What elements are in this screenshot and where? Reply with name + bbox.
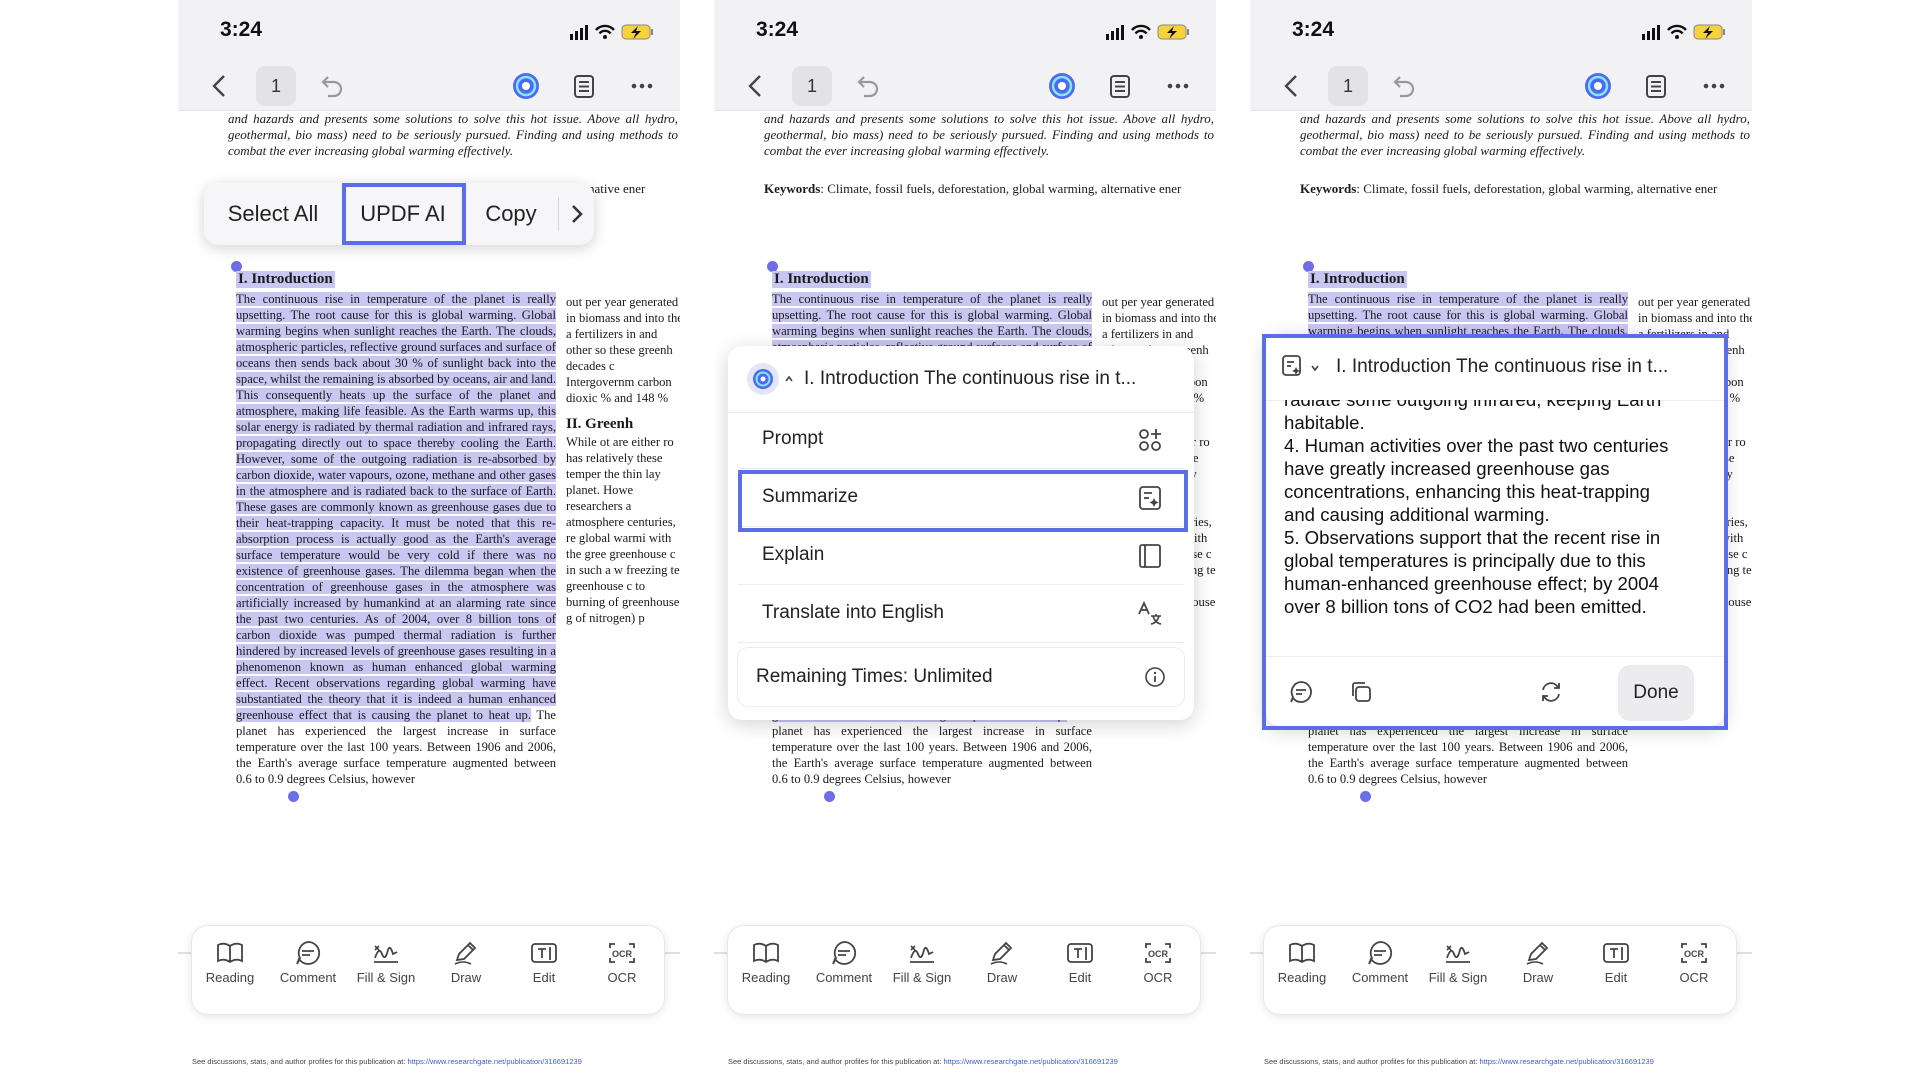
ai-menu-title: I. Introduction The continuous rise in t… bbox=[804, 368, 1137, 389]
updf-ai-icon[interactable] bbox=[1578, 66, 1618, 106]
context-menu: Select All UPDF AI Copy bbox=[204, 183, 594, 245]
status-icons bbox=[1642, 24, 1725, 40]
explain-label: Explain bbox=[762, 544, 825, 565]
top-toolbar: 1 bbox=[178, 62, 680, 111]
updf-ai-icon[interactable] bbox=[506, 66, 546, 106]
back-chevron-icon[interactable] bbox=[200, 66, 240, 106]
phone-screen-2: 3:24 1 and hazards and presents some sol… bbox=[714, 0, 1216, 1080]
abstract-text: and hazards and presents some solutions … bbox=[1300, 111, 1750, 159]
copy-button[interactable]: Copy bbox=[464, 183, 558, 245]
back-chevron-icon[interactable] bbox=[1272, 66, 1312, 106]
outline-icon[interactable] bbox=[1100, 66, 1140, 106]
ai-menu: I. Introduction The continuous rise in t… bbox=[728, 346, 1194, 720]
greenhouse-heading: II. Greenh bbox=[566, 416, 634, 432]
translate-label: Translate into English bbox=[762, 602, 945, 623]
page-number-button[interactable]: 1 bbox=[256, 66, 296, 106]
outline-icon[interactable] bbox=[564, 66, 604, 106]
keywords-label: Keywords bbox=[764, 181, 821, 196]
keywords-label: Keywords bbox=[1300, 181, 1357, 196]
undo-icon[interactable] bbox=[310, 66, 350, 106]
more-icon[interactable] bbox=[622, 66, 662, 106]
status-icons bbox=[570, 24, 653, 40]
right-column-top: out per year generated in biomass and in… bbox=[566, 295, 680, 405]
info-icon[interactable] bbox=[1144, 666, 1166, 688]
status-bar: 3:24 bbox=[1250, 0, 1752, 62]
translate-icon bbox=[1138, 600, 1162, 625]
status-time: 3:24 bbox=[1292, 18, 1335, 41]
abstract-text: and hazards and presents some solutions … bbox=[228, 111, 678, 159]
prompt-item[interactable]: Prompt bbox=[738, 412, 1184, 469]
intro-heading: I. Introduction bbox=[236, 271, 335, 288]
top-toolbar: 1 bbox=[1250, 62, 1752, 111]
status-bar: 3:24 bbox=[714, 0, 1216, 62]
updf-ai-icon[interactable] bbox=[1042, 66, 1082, 106]
remaining-times-label: Remaining Times: Unlimited bbox=[756, 666, 993, 687]
highlight-frame bbox=[342, 183, 466, 245]
prompt-label: Prompt bbox=[762, 428, 824, 449]
highlight-frame bbox=[738, 470, 1188, 532]
phone-screen-1: 3:24 1 and hazards and presents some sol… bbox=[178, 0, 680, 1080]
keywords-text: : Climate, fossil fuels, deforestation, … bbox=[820, 181, 1182, 196]
undo-icon[interactable] bbox=[846, 66, 886, 106]
chevron-up-icon[interactable] bbox=[784, 374, 794, 384]
intro-heading: I. Introduction bbox=[772, 271, 871, 288]
intro-column: The continuous rise in temperature of th… bbox=[236, 291, 556, 787]
page-number-button[interactable]: 1 bbox=[792, 66, 832, 106]
highlight-frame bbox=[1262, 334, 1728, 730]
selection-end-handle[interactable] bbox=[824, 791, 835, 802]
updf-ai-icon[interactable] bbox=[746, 362, 780, 396]
selection-end-handle[interactable] bbox=[1360, 791, 1371, 802]
explain-item[interactable]: Explain bbox=[738, 528, 1184, 585]
right-column: out per year generated in biomass and in… bbox=[566, 294, 680, 626]
keywords-text: : Climate, fossil fuels, deforestation, … bbox=[1356, 181, 1718, 196]
ai-menu-header: I. Introduction The continuous rise in t… bbox=[728, 346, 1194, 413]
select-all-button[interactable]: Select All bbox=[204, 183, 342, 245]
remaining-times-row: Remaining Times: Unlimited bbox=[738, 648, 1184, 706]
more-icon[interactable] bbox=[1158, 66, 1198, 106]
keywords-line: Keywords: Climate, fossil fuels, defores… bbox=[1300, 181, 1752, 197]
more-icon[interactable] bbox=[1694, 66, 1734, 106]
book-icon bbox=[1139, 544, 1161, 568]
chevron-right-icon[interactable] bbox=[564, 201, 590, 227]
undo-icon[interactable] bbox=[1382, 66, 1422, 106]
selected-text: The continuous rise in temperature of th… bbox=[236, 292, 556, 722]
keywords-line: Keywords: Climate, fossil fuels, defores… bbox=[764, 181, 1216, 197]
page-number-button[interactable]: 1 bbox=[1328, 66, 1368, 106]
back-chevron-icon[interactable] bbox=[736, 66, 776, 106]
prompt-icon bbox=[1139, 429, 1161, 451]
status-time: 3:24 bbox=[220, 18, 263, 41]
translate-item[interactable]: Translate into English bbox=[738, 586, 1184, 643]
intro-heading: I. Introduction bbox=[1308, 271, 1407, 288]
status-time: 3:24 bbox=[756, 18, 799, 41]
top-toolbar: 1 bbox=[714, 62, 1216, 111]
outline-icon[interactable] bbox=[1636, 66, 1676, 106]
right-column-bottom: While ot are either ro has relatively th… bbox=[566, 435, 680, 625]
phone-screen-3: 3:24 1 and hazards and presents some sol… bbox=[1250, 0, 1752, 1080]
selection-end-handle[interactable] bbox=[288, 791, 299, 802]
status-bar: 3:24 bbox=[178, 0, 680, 62]
status-icons bbox=[1106, 24, 1189, 40]
abstract-text: and hazards and presents some solutions … bbox=[764, 111, 1214, 159]
divider bbox=[558, 197, 559, 231]
